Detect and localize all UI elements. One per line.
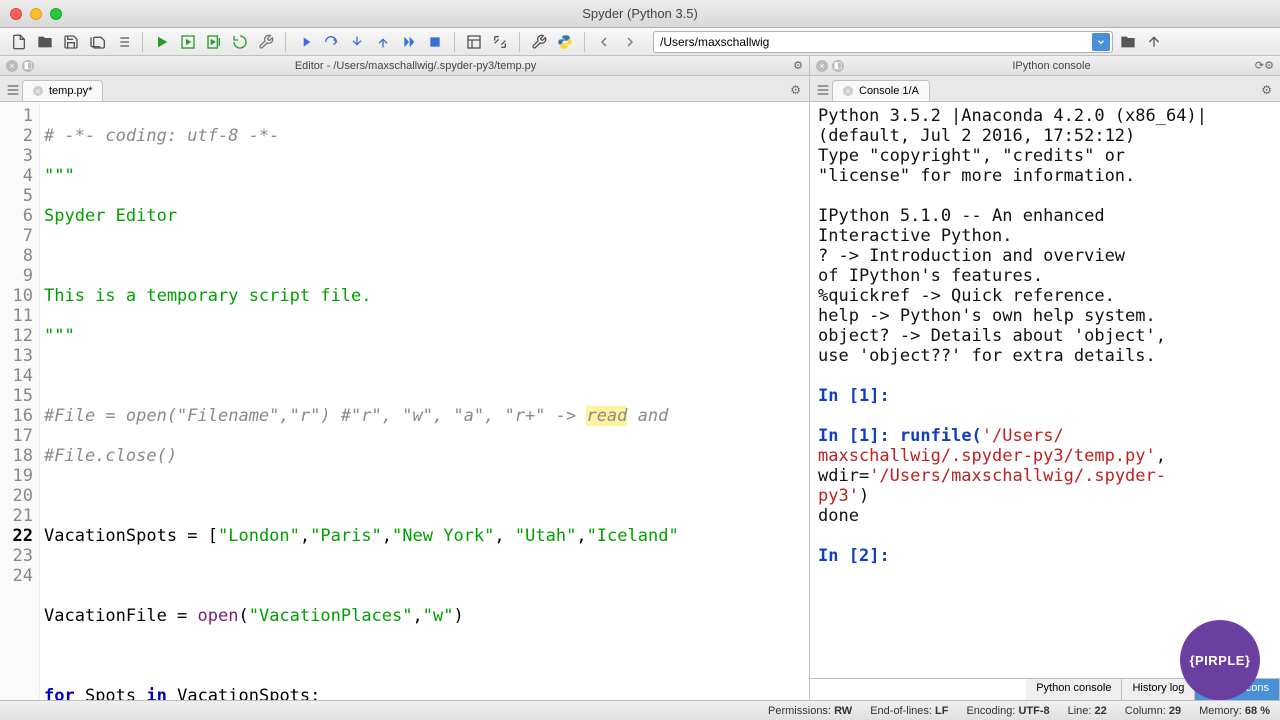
main-toolbar: /Users/maxschallwig bbox=[0, 28, 1280, 56]
gear-icon[interactable]: ⚙ bbox=[1257, 79, 1276, 101]
tab-temp-py[interactable]: × temp.py* bbox=[22, 80, 103, 101]
editor-pane: × ◧ Editor - /Users/maxschallwig/.spyder… bbox=[0, 56, 810, 700]
line-gutter: 123456789101112131415161718192021222324 bbox=[0, 102, 40, 700]
gear-icon[interactable]: ⚙ bbox=[1264, 59, 1274, 72]
console-tabbar: × Console 1/A ⚙ bbox=[810, 76, 1280, 102]
tab-history-log[interactable]: History log bbox=[1122, 679, 1195, 700]
forward-button[interactable] bbox=[619, 31, 641, 53]
console-panel-header: × ◧ IPython console ⟳ ⚙ bbox=[810, 56, 1280, 76]
tab-label: temp.py* bbox=[49, 85, 92, 97]
list-button[interactable] bbox=[112, 31, 134, 53]
status-eol: End-of-lines: LF bbox=[870, 705, 948, 717]
debug-step-over-button[interactable] bbox=[320, 31, 342, 53]
window-titlebar: Spyder (Python 3.5) bbox=[0, 0, 1280, 28]
close-tab-icon[interactable]: × bbox=[33, 86, 43, 96]
chevron-down-icon[interactable] bbox=[1092, 33, 1110, 51]
run-cell-advance-button[interactable] bbox=[203, 31, 225, 53]
close-tab-icon[interactable]: × bbox=[843, 86, 853, 96]
run-button[interactable] bbox=[151, 31, 173, 53]
tab-label: Console 1/A bbox=[859, 85, 919, 97]
status-permissions: Permissions: RW bbox=[768, 705, 852, 717]
status-column: Column: 29 bbox=[1125, 705, 1181, 717]
open-file-button[interactable] bbox=[34, 31, 56, 53]
undock-icon[interactable]: ◧ bbox=[22, 60, 34, 72]
editor-tabbar: × temp.py* ⚙ bbox=[0, 76, 809, 102]
tab-list-button[interactable] bbox=[4, 79, 22, 101]
gear-icon[interactable]: ⚙ bbox=[793, 59, 803, 72]
debug-stop-button[interactable] bbox=[424, 31, 446, 53]
config-run-button[interactable] bbox=[255, 31, 277, 53]
close-icon[interactable]: × bbox=[6, 60, 18, 72]
save-all-button[interactable] bbox=[86, 31, 108, 53]
maximize-pane-button[interactable] bbox=[489, 31, 511, 53]
code-editor[interactable]: 123456789101112131415161718192021222324 … bbox=[0, 102, 809, 700]
working-dir-input[interactable]: /Users/maxschallwig bbox=[653, 31, 1113, 53]
pirple-badge: {PIRPLE} bbox=[1180, 620, 1260, 700]
parent-dir-button[interactable] bbox=[1143, 31, 1165, 53]
new-file-button[interactable] bbox=[8, 31, 30, 53]
undock-icon[interactable]: ◧ bbox=[832, 60, 844, 72]
window-title: Spyder (Python 3.5) bbox=[0, 6, 1280, 21]
layout-button[interactable] bbox=[463, 31, 485, 53]
editor-panel-header: × ◧ Editor - /Users/maxschallwig/.spyder… bbox=[0, 56, 809, 76]
browse-dir-button[interactable] bbox=[1117, 31, 1139, 53]
debug-step-button[interactable] bbox=[294, 31, 316, 53]
back-button[interactable] bbox=[593, 31, 615, 53]
console-pane: × ◧ IPython console ⟳ ⚙ × Console 1/A ⚙ … bbox=[810, 56, 1280, 700]
status-line: Line: 22 bbox=[1068, 705, 1107, 717]
run-cell-button[interactable] bbox=[177, 31, 199, 53]
tab-python-console[interactable]: Python console bbox=[1026, 679, 1122, 700]
preferences-button[interactable] bbox=[528, 31, 550, 53]
save-button[interactable] bbox=[60, 31, 82, 53]
status-encoding: Encoding: UTF-8 bbox=[966, 705, 1049, 717]
tab-list-button[interactable] bbox=[814, 79, 832, 101]
close-icon[interactable]: × bbox=[816, 60, 828, 72]
rerun-button[interactable] bbox=[229, 31, 251, 53]
ipython-console[interactable]: Python 3.5.2 |Anaconda 4.2.0 (x86_64)| (… bbox=[810, 102, 1280, 678]
tab-console-1a[interactable]: × Console 1/A bbox=[832, 80, 930, 101]
working-dir-value: /Users/maxschallwig bbox=[660, 35, 769, 49]
debug-step-in-button[interactable] bbox=[346, 31, 368, 53]
debug-step-out-button[interactable] bbox=[372, 31, 394, 53]
gear-icon[interactable]: ⚙ bbox=[786, 79, 805, 101]
console-panel-title: IPython console bbox=[848, 60, 1255, 72]
refresh-icon[interactable]: ⟳ bbox=[1255, 59, 1264, 72]
status-bar: Permissions: RW End-of-lines: LF Encodin… bbox=[0, 700, 1280, 720]
debug-continue-button[interactable] bbox=[398, 31, 420, 53]
code-area[interactable]: # -*- coding: utf-8 -*- """ Spyder Edito… bbox=[40, 102, 809, 700]
editor-panel-title: Editor - /Users/maxschallwig/.spyder-py3… bbox=[38, 60, 793, 72]
status-memory: Memory: 68 % bbox=[1199, 705, 1270, 717]
python-path-button[interactable] bbox=[554, 31, 576, 53]
